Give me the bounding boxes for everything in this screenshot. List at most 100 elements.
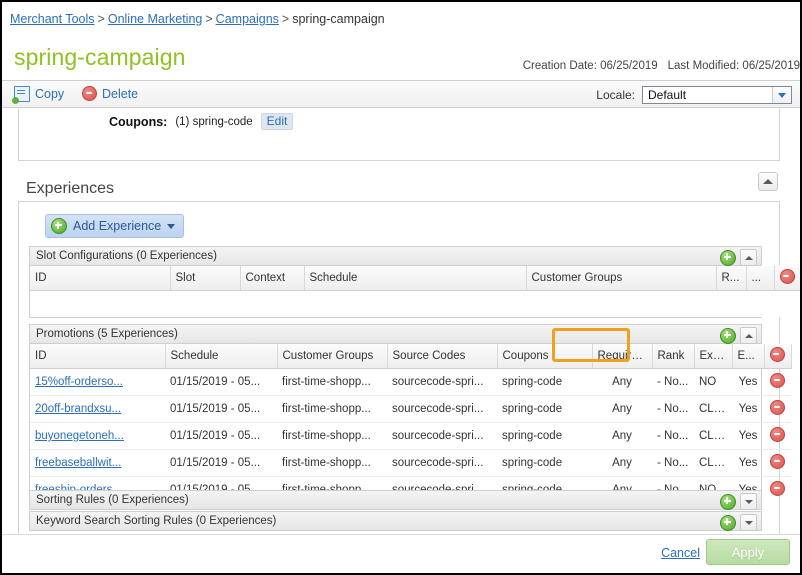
cell-customer-groups: first-time-shopp...: [277, 395, 387, 423]
sorting-rules-section-header[interactable]: Sorting Rules (0 Experiences): [29, 490, 762, 510]
coupons-value: (1) spring-code: [175, 115, 253, 128]
copy-button[interactable]: Copy: [12, 86, 65, 104]
column-header-context[interactable]: Context: [240, 266, 305, 291]
locale-control: Locale: Default: [596, 86, 792, 104]
edit-coupons-button[interactable]: Edit: [260, 113, 294, 130]
add-slot-configuration-icon[interactable]: [720, 249, 736, 266]
add-keyword-sorting-rule-icon[interactable]: [720, 514, 736, 531]
slot-configurations-title: Slot Configurations (0 Experiences): [36, 250, 217, 262]
cell-id[interactable]: freebaseballwit...: [30, 449, 165, 477]
cell-coupons: spring-code: [497, 422, 592, 450]
locale-select[interactable]: Default: [642, 86, 792, 104]
cell-delete[interactable]: [764, 368, 791, 396]
column-header-id[interactable]: ID: [30, 266, 171, 291]
delete-icon[interactable]: [769, 347, 785, 362]
cancel-button[interactable]: Cancel: [661, 546, 700, 560]
experiences-collapse-button[interactable]: [758, 172, 778, 191]
column-header-id[interactable]: ID: [30, 344, 166, 369]
column-header-more[interactable]: ...: [746, 266, 775, 291]
cell-source-codes: sourcecode-spri...: [387, 368, 497, 396]
keyword-search-sorting-rules-section-header[interactable]: Keyword Search Sorting Rules (0 Experien…: [29, 511, 762, 531]
promotion-link[interactable]: 20off-brandxsu...: [35, 403, 121, 415]
delete-icon[interactable]: [779, 269, 795, 284]
cell-required: Any: [592, 422, 652, 450]
promotions-collapse-icon[interactable]: [740, 327, 757, 344]
campaign-detail-page: Merchant Tools > Online Marketing > Campaign…: [0, 0, 802, 575]
empty-row: [30, 290, 800, 317]
cell-id[interactable]: buyonegetoneh...: [30, 422, 165, 450]
breadcrumb-separator: >: [205, 12, 213, 26]
cell-delete[interactable]: [764, 449, 791, 477]
delete-button[interactable]: Delete: [82, 86, 138, 101]
promotions-table-body: 15%off-orderso... 01/15/2019 - 05... fir…: [30, 368, 791, 504]
breadcrumb-item-merchant-tools[interactable]: Merchant Tools: [10, 12, 95, 26]
cell-delete[interactable]: [764, 422, 791, 450]
cell-delete[interactable]: [764, 477, 791, 504]
copy-icon: [12, 86, 30, 104]
slot-configurations-collapse-icon[interactable]: [740, 249, 757, 266]
chevron-down-icon[interactable]: [772, 87, 791, 103]
column-header-source-codes[interactable]: Source Codes: [387, 344, 498, 369]
cell-id[interactable]: 20off-brandxsu...: [30, 395, 165, 423]
breadcrumb-item-online-marketing[interactable]: Online Marketing: [108, 12, 203, 26]
column-header-slot[interactable]: Slot: [170, 266, 241, 291]
delete-row-icon[interactable]: [770, 454, 785, 469]
column-header-exclusivity[interactable]: Excl...: [694, 344, 733, 369]
keyword-search-sorting-rules-title: Keyword Search Sorting Rules (0 Experien…: [36, 515, 277, 527]
column-header-customer-groups[interactable]: Customer Groups: [526, 266, 717, 291]
cell-customer-groups: first-time-shopp...: [277, 368, 387, 396]
chevron-down-icon: [167, 223, 176, 229]
slot-configurations-section-header[interactable]: Slot Configurations (0 Experiences): [29, 246, 762, 266]
breadcrumb-separator: >: [97, 12, 105, 26]
keyword-search-sorting-rules-expand-icon[interactable]: [740, 514, 757, 531]
promotion-link[interactable]: freebaseballwit...: [35, 457, 121, 469]
cell-delete[interactable]: [764, 395, 791, 423]
cell-enabled: Yes: [732, 368, 764, 396]
header-meta-dates: Creation Date: 06/25/2019 Last Modified: …: [513, 60, 800, 72]
table-row[interactable]: buyonegetoneh... 01/15/2019 - 05... firs…: [30, 422, 791, 450]
column-header-required[interactable]: Require...: [592, 344, 653, 369]
table-row[interactable]: 15%off-orderso... 01/15/2019 - 05... fir…: [30, 368, 791, 396]
column-header-schedule[interactable]: Schedule: [304, 266, 527, 291]
table-row[interactable]: freebaseballwit... 01/15/2019 - 05... fi…: [30, 449, 791, 477]
delete-row-icon[interactable]: [770, 400, 785, 415]
add-experience-button[interactable]: Add Experience: [45, 214, 185, 238]
promotions-section-header[interactable]: Promotions (5 Experiences): [29, 324, 762, 344]
column-header-coupons[interactable]: Coupons: [497, 344, 593, 369]
add-sorting-rule-icon[interactable]: [720, 493, 736, 510]
cell-schedule: 01/15/2019 - 05...: [165, 449, 277, 477]
column-header-enabled[interactable]: E...: [732, 344, 765, 369]
table-row[interactable]: 20off-brandxsu... 01/15/2019 - 05... fir…: [30, 395, 791, 423]
sorting-rules-expand-icon[interactable]: [740, 493, 757, 510]
experiences-panel: Add Experience Slot Configurations (0 Ex…: [18, 201, 800, 536]
promotion-link[interactable]: 15%off-orderso...: [35, 376, 123, 388]
delete-button-label: Delete: [102, 86, 139, 101]
delete-row-icon[interactable]: [770, 481, 785, 496]
column-header-schedule[interactable]: Schedule: [165, 344, 278, 369]
cell-rank: - No...: [652, 449, 694, 477]
cell-source-codes: sourcecode-spri...: [387, 422, 497, 450]
footer-actions: Cancel Apply: [2, 534, 800, 573]
add-experience-label: Add Experience: [73, 219, 162, 233]
cell-enabled: Yes: [732, 449, 764, 477]
cell-source-codes: sourcecode-spri...: [387, 449, 497, 477]
delete-row-icon[interactable]: [770, 427, 785, 442]
slot-configurations-actions: [720, 249, 757, 266]
breadcrumb-item-campaigns[interactable]: Campaigns: [216, 12, 279, 26]
cell-exclusivity: CLA...: [694, 422, 732, 450]
promotion-link[interactable]: buyonegetoneh...: [35, 430, 124, 442]
delete-row-icon[interactable]: [770, 373, 785, 388]
promotions-grid: ID Schedule Customer Groups Source Codes…: [29, 344, 792, 504]
add-promotion-icon[interactable]: [720, 327, 736, 344]
column-header-customer-groups[interactable]: Customer Groups: [277, 344, 388, 369]
apply-button[interactable]: Apply: [706, 539, 790, 565]
promotions-title: Promotions (5 Experiences): [36, 328, 178, 340]
column-header-rank[interactable]: R...: [716, 266, 747, 291]
cell-rank: - No...: [652, 395, 694, 423]
empty-table-body: [30, 290, 800, 317]
coupons-row: Coupons: (1) spring-code Edit: [109, 113, 294, 130]
cell-id[interactable]: 15%off-orderso...: [30, 368, 165, 396]
copy-button-label: Copy: [35, 87, 65, 101]
column-header-rank[interactable]: Rank: [652, 344, 695, 369]
slot-configurations-grid: ID Slot Context Schedule Customer Groups…: [29, 266, 800, 318]
